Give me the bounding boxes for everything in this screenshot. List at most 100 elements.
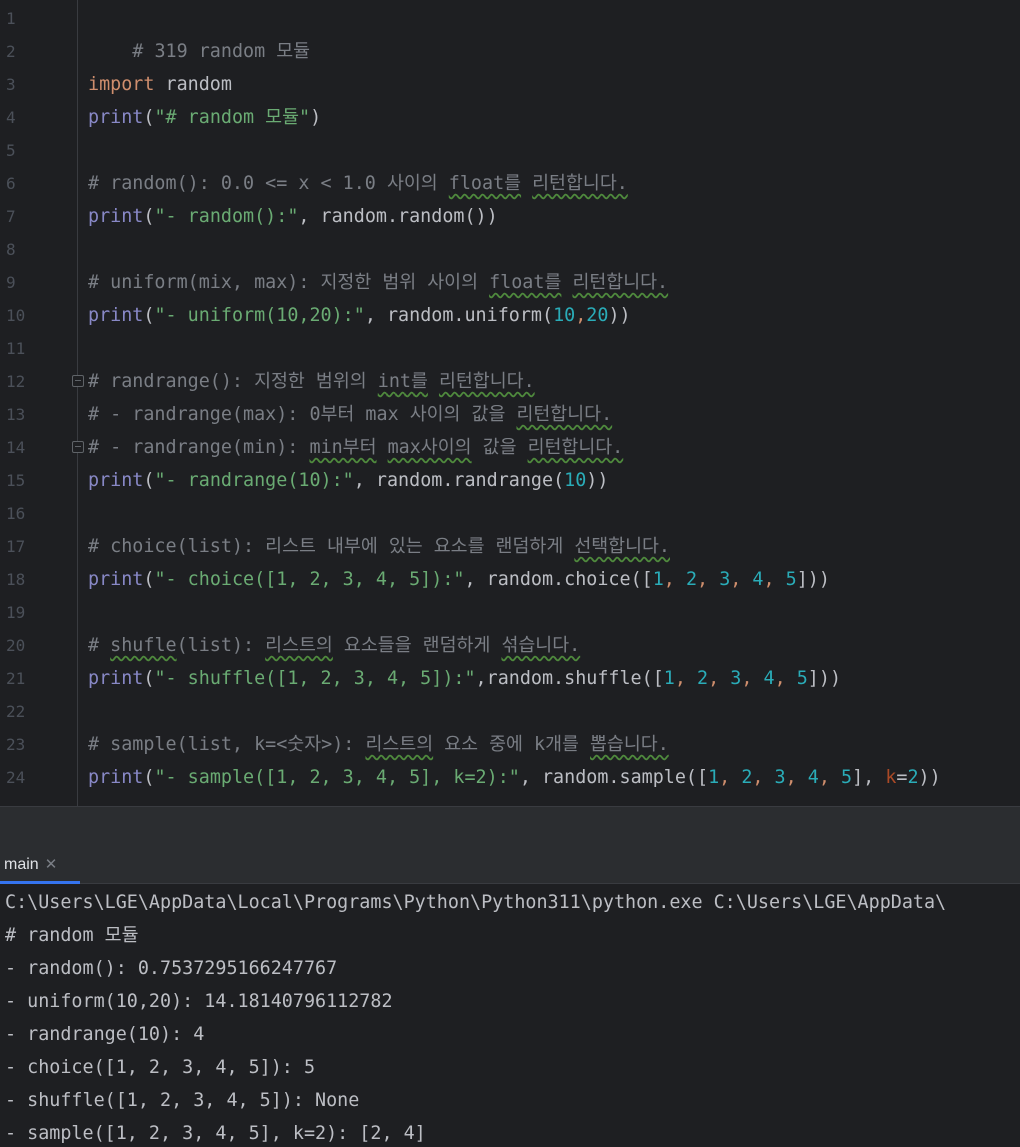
code-line-18[interactable]: print("- choice([1, 2, 3, 4, 5]):", rand… bbox=[88, 563, 830, 596]
line-number: 3 bbox=[6, 75, 16, 94]
comment bbox=[428, 371, 439, 392]
code-text: ], bbox=[852, 767, 886, 788]
string: "- randrange(10):" bbox=[154, 470, 354, 491]
comment: 값을 bbox=[471, 437, 528, 458]
code-text: , bbox=[741, 668, 764, 689]
code-line-21[interactable]: print("- shuffle([1, 2, 3, 4, 5]):",rand… bbox=[88, 662, 841, 695]
string: "- choice([1, 2, 3, 4, 5]):" bbox=[154, 569, 465, 590]
code-text: ( bbox=[143, 107, 155, 128]
comment: # randrange(): 지정한 범위의 bbox=[88, 371, 378, 392]
code-text: ( bbox=[143, 569, 155, 590]
console-line: - randrange(10): 4 bbox=[5, 1024, 205, 1045]
code-text: random bbox=[154, 74, 232, 95]
code-text: , bbox=[752, 767, 775, 788]
builtin: print bbox=[88, 668, 144, 689]
keyword: import bbox=[88, 74, 155, 95]
string: "# random 모듈" bbox=[154, 107, 311, 128]
code-line-3[interactable]: import random bbox=[88, 68, 232, 101]
code-line-7[interactable]: print("- random():", random.random()) bbox=[88, 200, 498, 233]
comment-typo: shufle bbox=[110, 635, 177, 656]
comment: # - randrange(min): bbox=[88, 437, 310, 458]
line-number: 14 bbox=[6, 438, 26, 457]
code-text: ) bbox=[310, 107, 322, 128]
code-line-17[interactable]: # choice(list): 리스트 내부에 있는 요소를 랜덤하게 선택합니… bbox=[88, 530, 670, 563]
line-number: 19 bbox=[6, 603, 26, 622]
console-line: - random(): 0.7537295166247767 bbox=[5, 958, 338, 979]
number: 3 bbox=[719, 569, 731, 590]
builtin: print bbox=[88, 470, 144, 491]
code-line-9[interactable]: # uniform(mix, max): 지정한 범위 사이의 float를 리… bbox=[88, 266, 668, 299]
line-number: 13 bbox=[6, 405, 26, 424]
code-line-12[interactable]: # randrange(): 지정한 범위의 int를 리턴합니다. bbox=[88, 365, 535, 398]
code-line-10[interactable]: print("- uniform(10,20):", random.unifor… bbox=[88, 299, 631, 332]
code-text: ])) bbox=[796, 569, 830, 590]
number: 2 bbox=[907, 767, 919, 788]
code-line-23[interactable]: # sample(list, k=<숫자>): 리스트의 요소 중에 k개를 뽑… bbox=[88, 728, 669, 761]
comment-typo: 섞습니다. bbox=[501, 635, 581, 656]
tab-label: main bbox=[4, 856, 39, 873]
code-text: , random.uniform( bbox=[364, 305, 554, 326]
console-line: - shuffle([1, 2, 3, 4, 5]): None bbox=[5, 1090, 360, 1111]
comment-typo: 리턴합니다. bbox=[572, 272, 669, 293]
code-text: ( bbox=[143, 767, 155, 788]
fold-icon[interactable] bbox=[72, 441, 84, 453]
line-number: 7 bbox=[6, 207, 16, 226]
line-number: 4 bbox=[6, 108, 16, 127]
code-text: , random.random()) bbox=[298, 206, 498, 227]
line-number: 17 bbox=[6, 537, 26, 556]
line-number-gutter: 1 2 3 4 5 6 7 8 9 10 11 12 13 14 15 16 1… bbox=[0, 0, 78, 806]
code-text: , random.sample([ bbox=[519, 767, 709, 788]
comment-typo: max사이의 bbox=[387, 437, 472, 458]
line-number: 15 bbox=[6, 471, 26, 490]
comment-typo: float를 bbox=[489, 272, 562, 293]
comment-typo: 리턴합니다. bbox=[532, 173, 628, 194]
number: 10 bbox=[553, 305, 576, 326]
comment bbox=[561, 272, 572, 293]
fold-icon[interactable] bbox=[72, 375, 84, 387]
close-icon[interactable]: ✕ bbox=[45, 856, 58, 873]
comment bbox=[377, 437, 388, 458]
code-line-14[interactable]: # - randrange(min): min부터 max사이의 값을 리턴합니… bbox=[88, 431, 623, 464]
number: 3 bbox=[774, 767, 786, 788]
comment: 요소 중에 k개를 bbox=[433, 734, 591, 755]
console-line: # random 모듈 bbox=[5, 925, 139, 946]
comment-typo: 리스트의 bbox=[365, 734, 434, 755]
number: 20 bbox=[586, 305, 609, 326]
number: 2 bbox=[697, 668, 709, 689]
run-console-output[interactable]: C:\Users\LGE\AppData\Local\Programs\Pyth… bbox=[0, 884, 1020, 1147]
code-text: ( bbox=[143, 305, 155, 326]
code-text: = bbox=[896, 767, 908, 788]
line-number: 1 bbox=[6, 9, 16, 28]
number: 5 bbox=[796, 668, 808, 689]
comment: # sample(list, k=<숫자>): bbox=[88, 734, 366, 755]
code-text: , bbox=[763, 569, 786, 590]
code-text: , bbox=[708, 668, 731, 689]
comment-typo: 리턴합니다. bbox=[527, 437, 624, 458]
code-line-20[interactable]: # shufle(list): 리스트의 요소들을 랜덤하게 섞습니다. bbox=[88, 629, 580, 662]
number: 4 bbox=[763, 668, 775, 689]
comment-typo: float를 bbox=[448, 173, 522, 194]
code-text: , random.randrange( bbox=[353, 470, 565, 491]
code-line-24[interactable]: print("- sample([1, 2, 3, 4, 5], k=2):",… bbox=[88, 761, 941, 794]
tab-main[interactable]: main ✕ bbox=[0, 846, 80, 884]
line-number: 21 bbox=[6, 669, 26, 688]
line-number: 10 bbox=[6, 306, 26, 325]
code-text: , bbox=[575, 305, 587, 326]
code-line-6[interactable]: # random(): 0.0 <= x < 1.0 사이의 float를 리턴… bbox=[88, 167, 628, 200]
code-line-1[interactable]: # 319 random 모듈 bbox=[88, 2, 310, 62]
comment-typo: min부터 bbox=[309, 437, 377, 458]
panel-splitter[interactable] bbox=[0, 806, 1020, 846]
code-line-15[interactable]: print("- randrange(10):", random.randran… bbox=[88, 464, 608, 497]
number: 1 bbox=[708, 767, 720, 788]
code-text: ( bbox=[143, 470, 155, 491]
line-number: 8 bbox=[6, 240, 16, 259]
code-text: , bbox=[674, 668, 698, 689]
number: 4 bbox=[807, 767, 819, 788]
code-line-4[interactable]: print("# random 모듈") bbox=[88, 101, 321, 134]
builtin: print bbox=[88, 305, 144, 326]
code-editor[interactable]: 1 2 3 4 5 6 7 8 9 10 11 12 13 14 15 16 1… bbox=[0, 0, 1020, 806]
comment-typo: 리턴합니다. bbox=[516, 404, 613, 425]
comment: # choice(list): 리스트 내부에 있는 요소를 랜덤하게 bbox=[88, 536, 575, 557]
code-line-13[interactable]: # - randrange(max): 0부터 max 사이의 값을 리턴합니다… bbox=[88, 398, 612, 431]
line-number: 20 bbox=[6, 636, 26, 655]
